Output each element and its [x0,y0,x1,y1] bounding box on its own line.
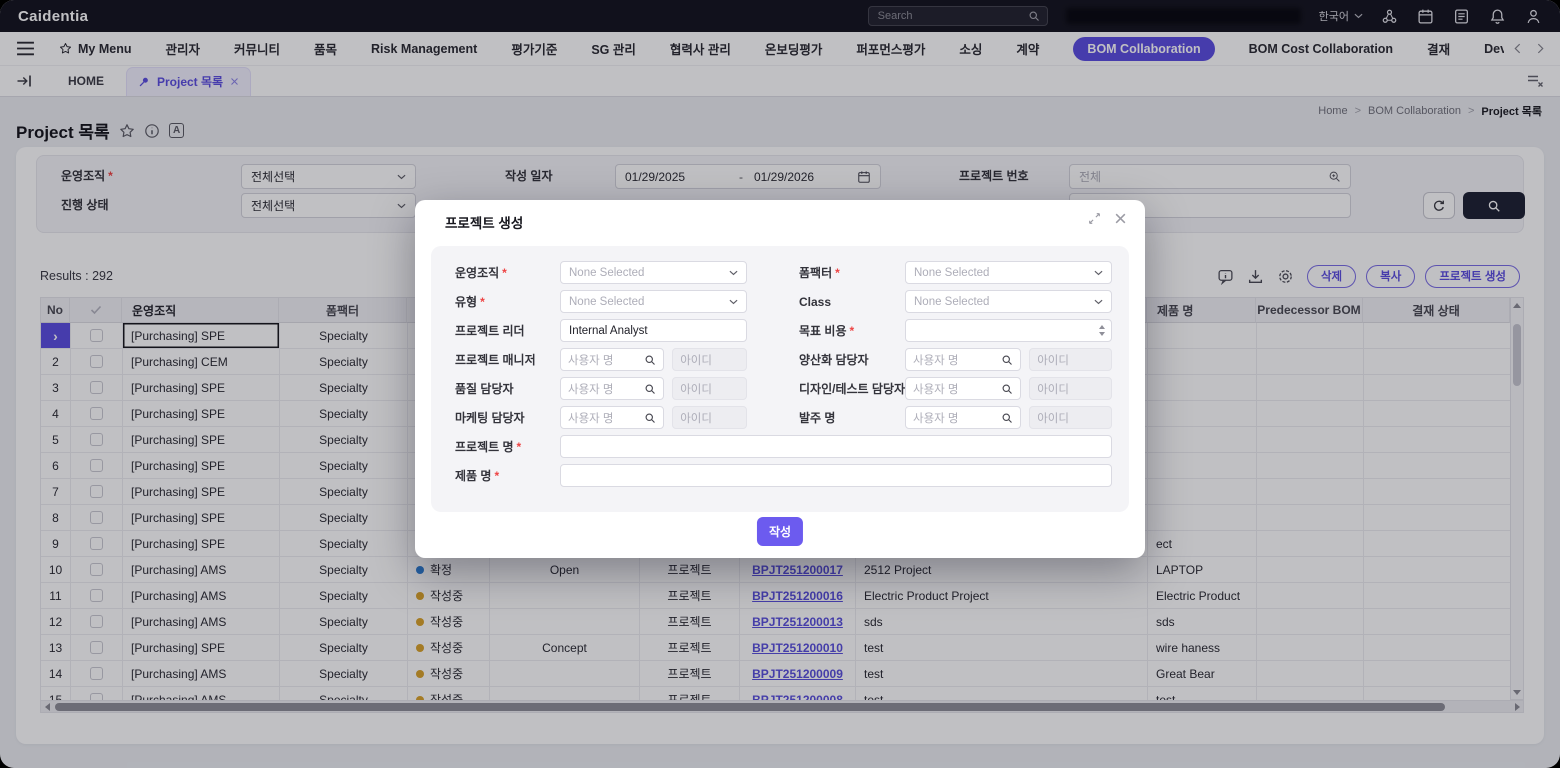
user-id-field[interactable]: 아이디 [1029,406,1112,429]
chevron-down-icon [1094,299,1103,305]
user-field-group: 사용자 명 아이디 [905,348,1112,371]
close-icon[interactable] [1114,212,1127,225]
field-label: 프로젝트 리더 [455,322,560,339]
field-label: 유형* [455,293,560,310]
field-label: 운영조직* [455,264,560,281]
user-id-placeholder: 아이디 [1037,410,1069,426]
user-field-group: 사용자 명 아이디 [905,406,1112,429]
spinner-icon[interactable] [1099,325,1105,336]
select-value: None Selected [569,296,644,308]
expand-icon[interactable] [1088,212,1101,225]
user-id-placeholder: 아이디 [680,410,712,426]
chevron-down-icon [1094,270,1103,276]
user-id-placeholder: 아이디 [680,352,712,368]
required-asterisk: * [494,469,499,483]
select-value: None Selected [569,267,644,279]
app-window: Caidentia 한국어 My Menu관리자커뮤니티품목Risk Manag… [0,0,1560,768]
user-name-placeholder: 사용자 명 [568,352,644,368]
field-label: 마케팅 담당자 [455,409,560,426]
user-name-field[interactable]: 사용자 명 [905,406,1021,429]
search-icon[interactable] [644,354,656,366]
user-name-placeholder: 사용자 명 [568,381,644,397]
create-project-modal: 프로젝트 생성 운영조직* None Selected 폼팩터* None Selec… [415,200,1145,558]
required-asterisk: * [517,440,522,454]
user-id-field[interactable]: 아이디 [672,348,747,371]
modal-window-controls [1088,212,1127,225]
modal-form-grid: 운영조직* None Selected 폼팩터* None Selected 유형* No… [431,246,1129,502]
field-label: 양산화 담당자 [755,351,905,368]
user-name-field[interactable]: 사용자 명 [560,406,664,429]
chevron-down-icon [729,299,738,305]
user-field-group: 사용자 명 아이디 [560,377,747,400]
user-name-field[interactable]: 사용자 명 [905,377,1021,400]
user-id-field[interactable]: 아이디 [1029,377,1112,400]
user-id-field[interactable]: 아이디 [1029,348,1112,371]
user-id-placeholder: 아이디 [1037,352,1069,368]
text-field[interactable]: Internal Analyst [560,319,747,342]
search-icon[interactable] [644,383,656,395]
user-name-placeholder: 사용자 명 [913,381,1001,397]
search-icon[interactable] [1001,354,1013,366]
field-label: Class [755,295,905,309]
select-value: None Selected [914,267,989,279]
user-name-field[interactable]: 사용자 명 [905,348,1021,371]
required-asterisk: * [835,266,840,280]
select-field[interactable]: None Selected [560,290,747,313]
user-id-field[interactable]: 아이디 [672,377,747,400]
text-field[interactable] [560,464,1112,487]
select-field[interactable]: None Selected [905,290,1112,313]
user-field-group: 사용자 명 아이디 [560,348,747,371]
required-asterisk: * [850,324,855,338]
user-name-placeholder: 사용자 명 [568,410,644,426]
required-asterisk: * [502,266,507,280]
select-value: None Selected [914,296,989,308]
field-label: 디자인/테스트 담당자 [755,380,905,397]
select-field[interactable]: None Selected [560,261,747,284]
field-label: 프로젝트 매니저 [455,351,560,368]
search-icon[interactable] [1001,383,1013,395]
user-field-group: 사용자 명 아이디 [560,406,747,429]
text-field[interactable] [560,435,1112,458]
chevron-down-icon [729,270,738,276]
user-id-placeholder: 아이디 [680,381,712,397]
field-label: 프로젝트 명* [455,438,560,455]
user-name-placeholder: 사용자 명 [913,410,1001,426]
user-field-group: 사용자 명 아이디 [905,377,1112,400]
user-id-placeholder: 아이디 [1037,381,1069,397]
select-field[interactable]: None Selected [905,261,1112,284]
search-icon[interactable] [644,412,656,424]
required-asterisk: * [480,295,485,309]
user-name-field[interactable]: 사용자 명 [560,377,664,400]
field-label: 폼팩터* [755,264,905,281]
field-label: 발주 명 [755,409,905,426]
number-field[interactable] [905,319,1112,342]
user-name-placeholder: 사용자 명 [913,352,1001,368]
modal-title: 프로젝트 생성 [445,212,523,232]
search-icon[interactable] [1001,412,1013,424]
field-label: 목표 비용* [755,322,905,339]
field-label: 제품 명* [455,467,560,484]
field-label: 품질 담당자 [455,380,560,397]
submit-button[interactable]: 작성 [757,517,803,546]
user-id-field[interactable]: 아이디 [672,406,747,429]
user-name-field[interactable]: 사용자 명 [560,348,664,371]
modal-form-panel: 운영조직* None Selected 폼팩터* None Selected 유형* No… [431,246,1129,512]
